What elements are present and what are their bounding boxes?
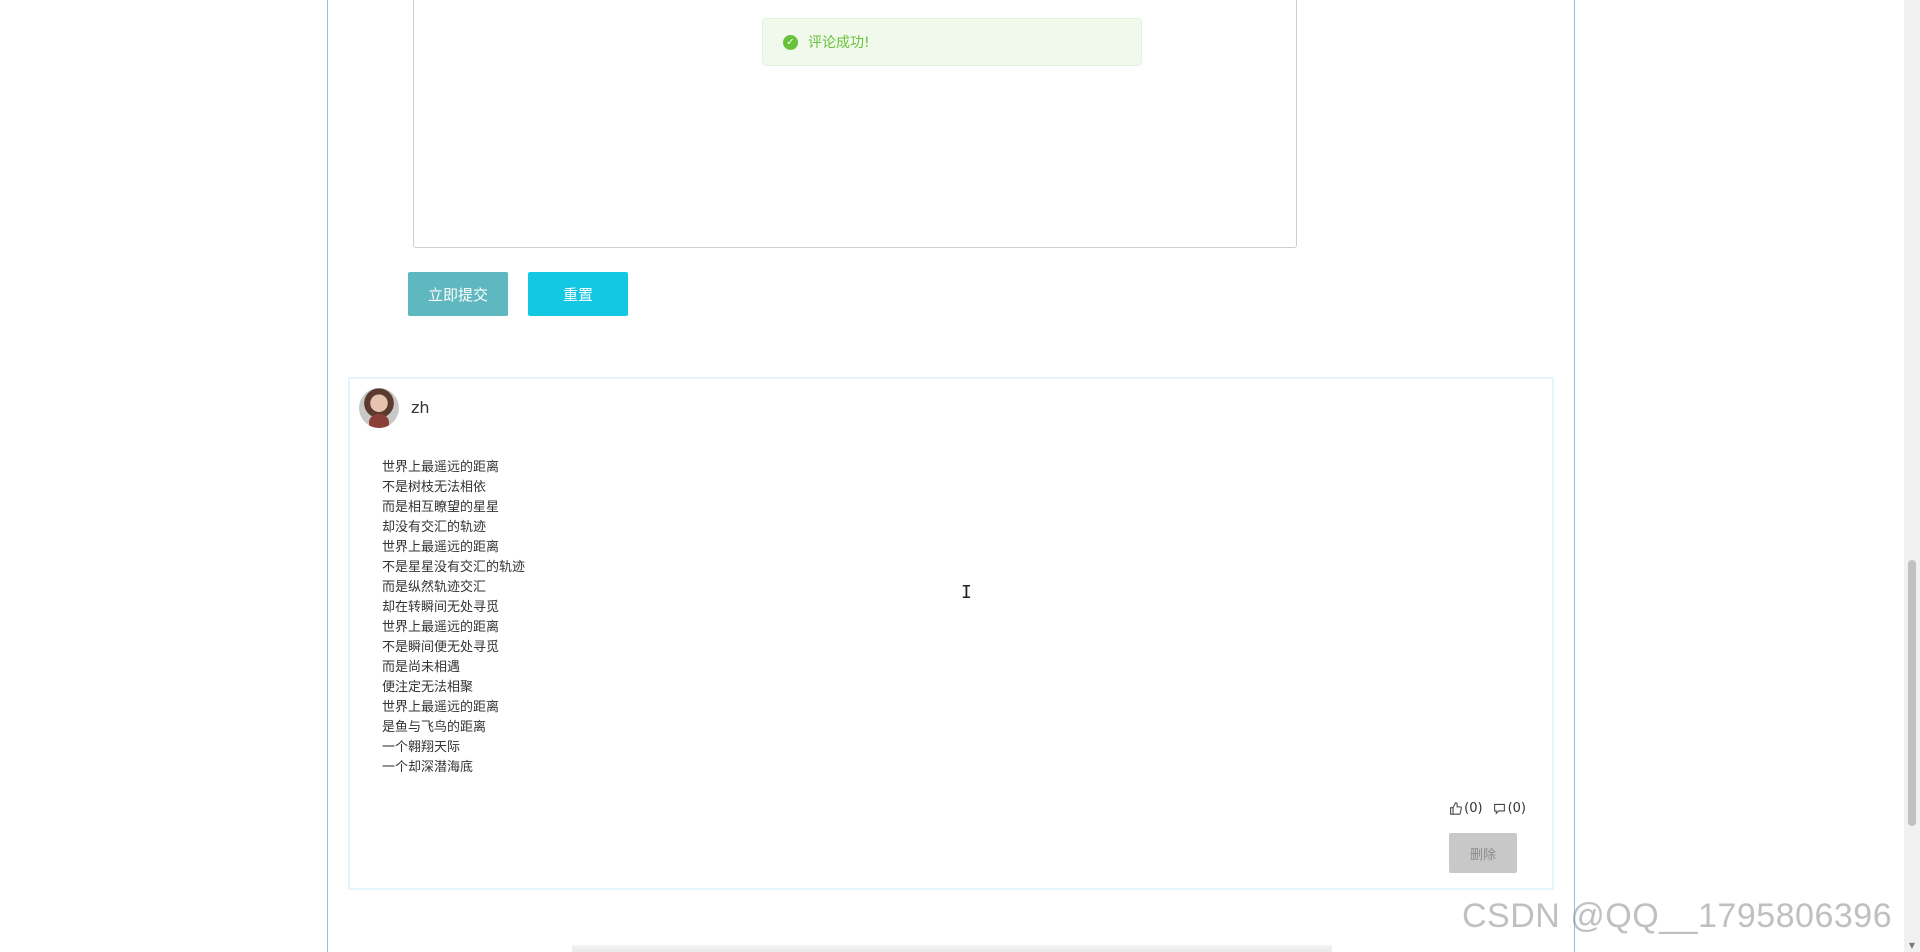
like-count: (0) — [1464, 801, 1483, 816]
success-toast: ✓ 评论成功! — [762, 18, 1142, 66]
comment-card: zh 世界上最遥远的距离 不是树枝无法相依 而是相互瞭望的星星 却没有交汇的轨迹… — [348, 377, 1554, 890]
scroll-thumb[interactable] — [1908, 560, 1916, 826]
comment-line: 不是瞬间便无处寻觅 — [382, 640, 500, 655]
page: ✓ 评论成功! 立即提交 重置 zh 世界上最遥远的距离 不是树枝无法相依 而是… — [0, 0, 1920, 952]
comment-line: 世界上最遥远的距离 — [382, 540, 500, 555]
watermark: CSDN @QQ__1795806396 — [1462, 897, 1893, 935]
comment-username: zh — [411, 398, 430, 417]
comment-line: 是鱼与飞鸟的距离 — [382, 720, 487, 735]
vertical-scrollbar[interactable]: ▼ — [1904, 0, 1920, 952]
bottom-bar — [572, 945, 1332, 952]
comment-icon — [1493, 803, 1505, 815]
comment-line: 却在转瞬间无处寻觅 — [382, 600, 500, 615]
comment-line: 世界上最遥远的距离 — [382, 700, 500, 715]
comment-content: 世界上最遥远的距离 不是树枝无法相依 而是相互瞭望的星星 却没有交汇的轨迹 世界… — [382, 458, 525, 778]
toast-message: 评论成功! — [808, 35, 870, 51]
comment-line: 便注定无法相聚 — [382, 680, 474, 695]
comment-line: 世界上最遥远的距离 — [382, 620, 500, 635]
avatar[interactable] — [359, 388, 399, 428]
check-circle-icon: ✓ — [783, 34, 798, 50]
delete-button[interactable]: 删除 — [1449, 833, 1517, 873]
submit-button[interactable]: 立即提交 — [408, 272, 508, 316]
reply-button[interactable]: (0) — [1493, 801, 1526, 816]
comment-line: 不是树枝无法相依 — [382, 480, 487, 495]
reset-button[interactable]: 重置 — [528, 272, 628, 316]
scroll-down-icon[interactable]: ▼ — [1907, 942, 1917, 950]
comment-line: 而是纵然轨迹交汇 — [382, 580, 487, 595]
reply-count: (0) — [1507, 801, 1526, 816]
comment-actions: (0) (0) — [1449, 801, 1526, 816]
comment-line: 世界上最遥远的距离 — [382, 460, 500, 475]
comment-line: 而是尚未相遇 — [382, 660, 461, 675]
like-button[interactable]: (0) — [1449, 801, 1483, 816]
comment-line: 而是相互瞭望的星星 — [382, 500, 500, 515]
comment-line: 一个却深潜海底 — [382, 760, 474, 775]
text-cursor-icon: I — [961, 582, 972, 603]
comment-line: 一个翱翔天际 — [382, 740, 461, 755]
comment-line: 不是星星没有交汇的轨迹 — [382, 560, 526, 575]
comment-line: 却没有交汇的轨迹 — [382, 520, 487, 535]
thumbs-up-icon — [1450, 802, 1463, 815]
